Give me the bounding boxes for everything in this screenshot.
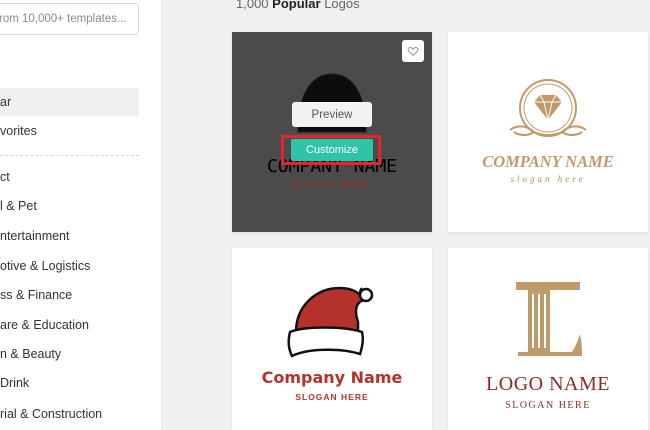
results-suffix: Logos: [324, 0, 360, 11]
category-sidebar: ar vorites ct l & Pet ntertainment otive…: [0, 0, 162, 430]
sidebar-item-label: ar: [0, 95, 12, 109]
sidebar-item-animal-pet[interactable]: l & Pet: [0, 192, 139, 220]
sidebar-item-food-drink[interactable]: Drink: [0, 369, 139, 397]
sidebar-item-label: vorites: [0, 124, 37, 138]
logo-card-hooded[interactable]: COMPANY NAME SLOGAN HERE COMPANY NAME SL…: [232, 32, 432, 232]
sidebar-item-industrial-construction[interactable]: rial & Construction: [0, 400, 139, 428]
sidebar-item-automotive-logistics[interactable]: otive & Logistics: [0, 252, 139, 280]
diamond-crest-icon: [509, 79, 587, 137]
sidebar-item-business-finance[interactable]: ss & Finance: [0, 281, 139, 309]
card-slogan: SLOGAN HERE: [505, 400, 591, 411]
logo-card-diamond[interactable]: COMPANY NAME slogan here: [448, 32, 648, 232]
results-heading: 1,000 Popular Logos: [236, 0, 360, 11]
card-slogan: slogan here: [510, 174, 586, 184]
sidebar-item-label: Drink: [0, 376, 30, 390]
card-company-name: COMPANY NAME: [482, 152, 614, 171]
customize-button[interactable]: Customize: [291, 139, 373, 161]
results-sort-label: Popular: [272, 0, 321, 11]
card-slogan-overlay: SLOGAN HERE: [291, 180, 373, 189]
sidebar-item-label: rial & Construction: [0, 407, 103, 421]
sidebar-item-entertainment[interactable]: ntertainment: [0, 222, 139, 250]
sidebar-item-label: are & Education: [0, 318, 89, 332]
card-company-name: LOGO NAME: [486, 373, 610, 395]
favorite-button[interactable]: [402, 40, 424, 62]
sidebar-item-abstract[interactable]: ct: [0, 163, 139, 191]
template-search[interactable]: [0, 3, 139, 35]
sidebar-item-popular[interactable]: ar: [0, 88, 139, 116]
sidebar-item-label: ss & Finance: [0, 288, 73, 302]
sidebar-item-label: otive & Logistics: [0, 259, 91, 273]
results-count: 1,000: [236, 0, 269, 11]
sidebar-item-childcare-education[interactable]: are & Education: [0, 311, 139, 339]
hooded-figure-outline: [297, 73, 367, 133]
santa-hat-icon: [287, 286, 374, 358]
sidebar-item-label: l & Pet: [0, 199, 37, 213]
card-slogan: SLOGAN HERE: [295, 392, 369, 402]
search-input[interactable]: [0, 4, 138, 34]
heart-icon: [407, 46, 419, 57]
sidebar-item-fashion-beauty[interactable]: n & Beauty: [0, 340, 139, 368]
sidebar-divider: [0, 155, 139, 156]
logo-card-santa-hat[interactable]: Company Name SLOGAN HERE: [232, 248, 432, 430]
logo-card-letter-l[interactable]: LOGO NAME SLOGAN HERE: [448, 248, 648, 430]
sidebar-item-label: ntertainment: [0, 229, 70, 243]
sidebar-item-label: ct: [0, 170, 10, 184]
preview-button[interactable]: Preview: [292, 102, 372, 127]
card-company-name: Company Name: [261, 368, 403, 387]
sidebar-item-label: n & Beauty: [0, 347, 62, 361]
sidebar-item-favorites[interactable]: vorites: [0, 117, 139, 145]
